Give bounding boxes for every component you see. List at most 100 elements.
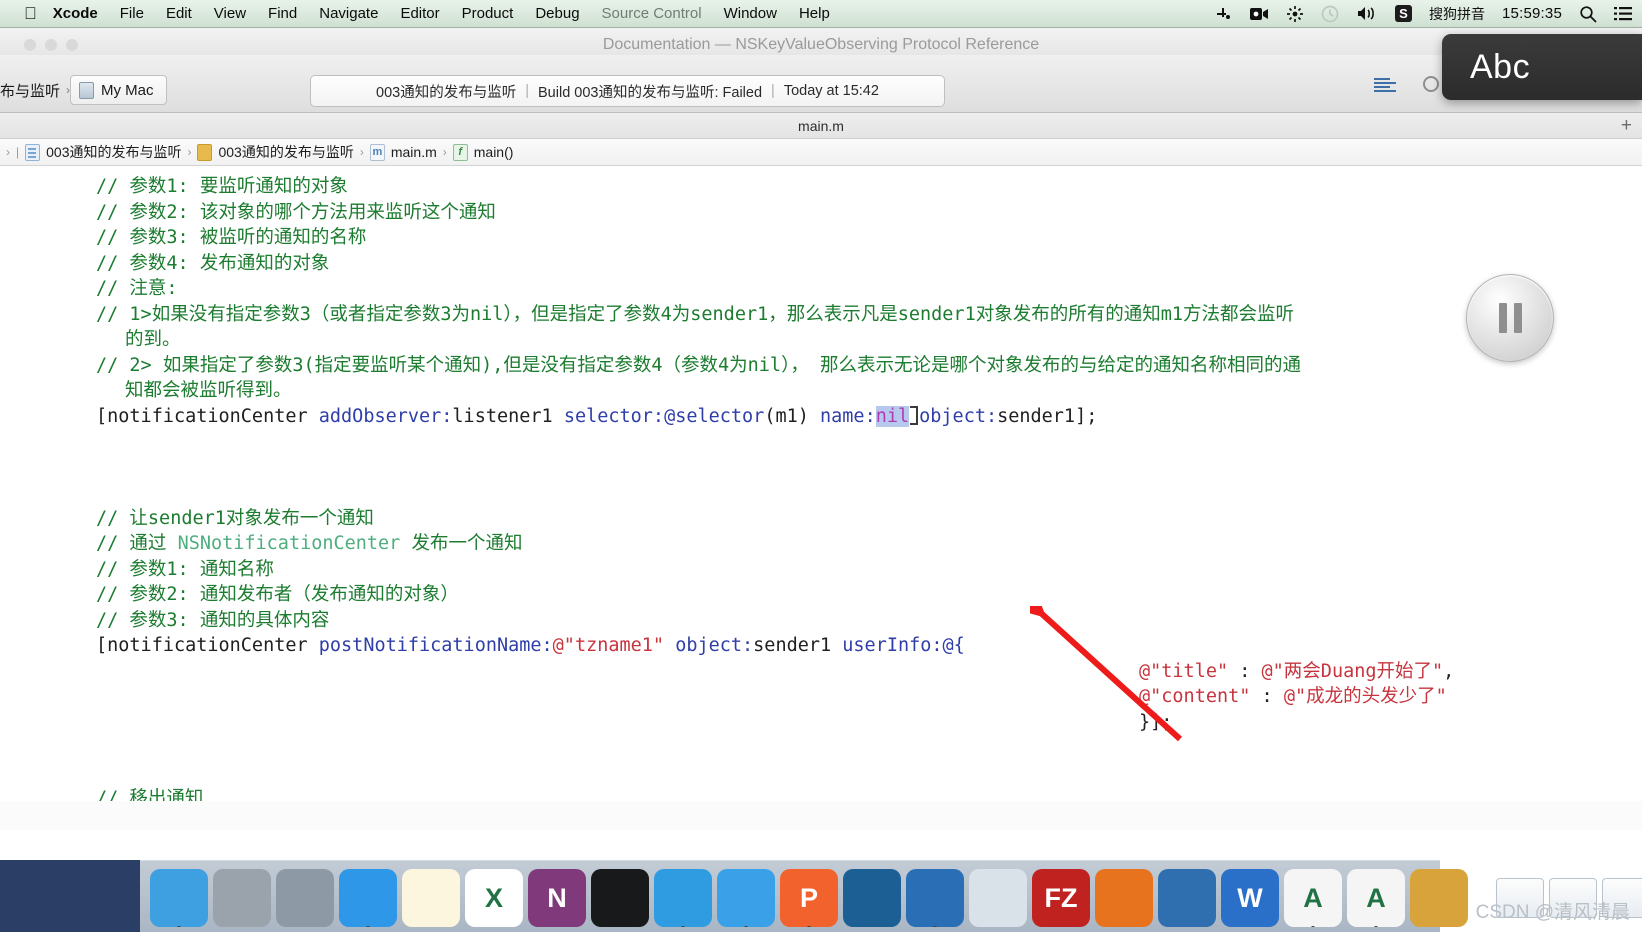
notes-icon[interactable] — [402, 869, 460, 927]
image-capture-icon[interactable] — [1410, 869, 1468, 927]
menu-item-editor[interactable]: Editor — [400, 5, 439, 22]
add-tab-button[interactable]: + — [1621, 115, 1632, 137]
notification-center-icon[interactable] — [1614, 6, 1632, 22]
scheme-name-truncated[interactable]: 布与监听 — [0, 80, 66, 101]
code-line[interactable]: // 参数4: 发布通知的对象 — [0, 251, 1642, 277]
menu-item-product[interactable]: Product — [462, 5, 514, 22]
code-line[interactable]: 知都会被监听得到。 — [0, 378, 1642, 404]
breadcrumb-function[interactable]: f main() — [452, 143, 514, 161]
code-line[interactable]: [notificationCenter postNotificationName… — [0, 633, 1642, 659]
pause-button[interactable] — [1466, 274, 1554, 362]
menu-item-xcode[interactable]: Xcode — [53, 5, 98, 22]
finder-icon[interactable] — [150, 869, 208, 927]
source-editor[interactable]: // 参数1: 要监听通知的对象 // 参数2: 该对象的哪个方法用来监听这个通知… — [0, 166, 1642, 801]
code-line[interactable] — [0, 429, 1642, 455]
code-line[interactable]: // 通过 NSNotificationCenter 发布一个通知 — [0, 531, 1642, 557]
dock-icon-glyph: N — [547, 882, 567, 913]
search-icon[interactable] — [1579, 5, 1597, 23]
code-line[interactable]: // 1>如果没有指定参数3（或者指定参数3为nil），但是指定了参数4为sen… — [0, 302, 1642, 328]
code-line[interactable]: 的到。 — [0, 327, 1642, 353]
tab-main-m[interactable]: main.m — [798, 118, 844, 134]
code-line[interactable]: // 参数3: 通知的具体内容 — [0, 608, 1642, 634]
word-icon[interactable]: W — [1221, 869, 1279, 927]
code-token: // 2> 如果指定了参数3(指定要监听某个通知),但是没有指定参数4（参数4为… — [96, 354, 1301, 376]
system-preferences-icon[interactable] — [213, 869, 271, 927]
safari-icon[interactable] — [339, 869, 397, 927]
menu-item-help[interactable]: Help — [799, 5, 830, 22]
code-token: object: — [919, 405, 998, 427]
code-token: (m1) — [764, 405, 821, 427]
code-line[interactable]: // 让sender1对象发布一个通知 — [0, 506, 1642, 532]
standard-editor-button[interactable] — [1372, 75, 1398, 95]
code-line[interactable] — [0, 480, 1642, 506]
paintbrush-icon[interactable] — [1158, 869, 1216, 927]
code-line[interactable]: // 参数1: 通知名称 — [0, 557, 1642, 583]
code-line[interactable]: // 参数1: 要监听通知的对象 — [0, 174, 1642, 200]
dock-icon-glyph: FZ — [1044, 882, 1078, 913]
code-line[interactable]: // 参数2: 该对象的哪个方法用来监听这个通知 — [0, 200, 1642, 226]
code-line[interactable]: @"content" : @"成龙的头发少了" — [0, 684, 1642, 710]
xcode-icon[interactable] — [654, 869, 712, 927]
code-line[interactable] — [0, 735, 1642, 761]
code-line[interactable]: // 移出通知 — [0, 786, 1642, 801]
activity-separator-1: | — [525, 83, 530, 99]
ime-abc-label: Abc — [1470, 47, 1531, 86]
menu-item-find[interactable]: Find — [268, 5, 297, 22]
font-book-icon[interactable]: A — [1284, 869, 1342, 927]
snipaste-icon[interactable] — [843, 869, 901, 927]
editor-tab-bar: main.m + — [0, 113, 1642, 139]
run-destination-selector[interactable]: My Mac — [70, 75, 167, 105]
apple-logo-icon[interactable]:  — [24, 5, 37, 22]
menu-item-view[interactable]: View — [214, 5, 246, 22]
code-line[interactable]: // 参数2: 通知发布者（发布通知的对象） — [0, 582, 1642, 608]
menu-bar-clock[interactable]: 15:59:35 — [1502, 5, 1562, 22]
breadcrumb-folder[interactable]: 003通知的发布与监听 — [197, 142, 354, 162]
menu-item-debug[interactable]: Debug — [535, 5, 579, 22]
code-line[interactable] — [0, 455, 1642, 481]
firefox-icon[interactable] — [1095, 869, 1153, 927]
quicktime-icon[interactable] — [906, 869, 964, 927]
menu-item-edit[interactable]: Edit — [166, 5, 192, 22]
time-machine-icon[interactable] — [1321, 5, 1339, 23]
code-line[interactable]: }]; — [0, 710, 1642, 736]
screen-record-icon[interactable] — [1249, 6, 1269, 22]
code-token: @"两会Duang开始了" — [1261, 660, 1444, 682]
menu-item-navigate[interactable]: Navigate — [319, 5, 378, 22]
launchpad-icon[interactable] — [276, 869, 334, 927]
dock[interactable]: X N P FZ W A A — [140, 860, 1642, 932]
code-line[interactable]: // 参数3: 被监听的通知的名称 — [0, 225, 1642, 251]
code-line[interactable] — [0, 761, 1642, 787]
assistant-editor-button[interactable] — [1418, 75, 1444, 95]
shortcut-icon[interactable] — [1214, 5, 1232, 23]
code-line[interactable]: @"title" : @"两会Duang开始了", — [0, 659, 1642, 685]
activity-time: Today at 15:42 — [783, 83, 879, 99]
sogou-ime-label[interactable]: 搜狗拼音 — [1429, 4, 1485, 24]
excel-icon[interactable]: X — [465, 869, 523, 927]
menu-item-window[interactable]: Window — [724, 5, 777, 22]
preview-icon[interactable]: A — [1347, 869, 1405, 927]
airdrop-icon[interactable] — [1286, 5, 1304, 23]
breadcrumb-separator-3: › — [442, 145, 447, 159]
code-line[interactable]: // 2> 如果指定了参数3(指定要监听某个通知),但是没有指定参数4（参数4为… — [0, 353, 1642, 379]
vlc-icon[interactable] — [969, 869, 1027, 927]
menu-item-source-control[interactable]: Source Control — [602, 5, 702, 22]
simulator-icon[interactable] — [717, 869, 775, 927]
menu-item-file[interactable]: File — [120, 5, 144, 22]
sogou-ime-badge[interactable]: S — [1395, 5, 1412, 22]
red-arrow-annotation — [1001, 574, 1190, 746]
breadcrumb-file[interactable]: m main.m — [369, 143, 437, 161]
running-indicator — [176, 926, 182, 927]
terminal-icon[interactable] — [591, 869, 649, 927]
code-lines[interactable]: // 参数1: 要监听通知的对象 // 参数2: 该对象的哪个方法用来监听这个通知… — [0, 174, 1642, 801]
onenote-icon[interactable]: N — [528, 869, 586, 927]
pycharm-icon[interactable]: P — [780, 869, 838, 927]
activity-separator-2: | — [771, 83, 775, 99]
jump-bar-back-chevron-icon[interactable]: › — [6, 145, 10, 159]
filezilla-icon[interactable]: FZ — [1032, 869, 1090, 927]
code-line[interactable]: [notificationCenter addObserver:listener… — [0, 404, 1642, 430]
code-line[interactable]: // 注意: — [0, 276, 1642, 302]
breadcrumb-project[interactable]: 003通知的发布与监听 — [25, 142, 181, 162]
volume-icon[interactable] — [1356, 5, 1378, 22]
breadcrumb-function-label: main() — [473, 144, 514, 160]
